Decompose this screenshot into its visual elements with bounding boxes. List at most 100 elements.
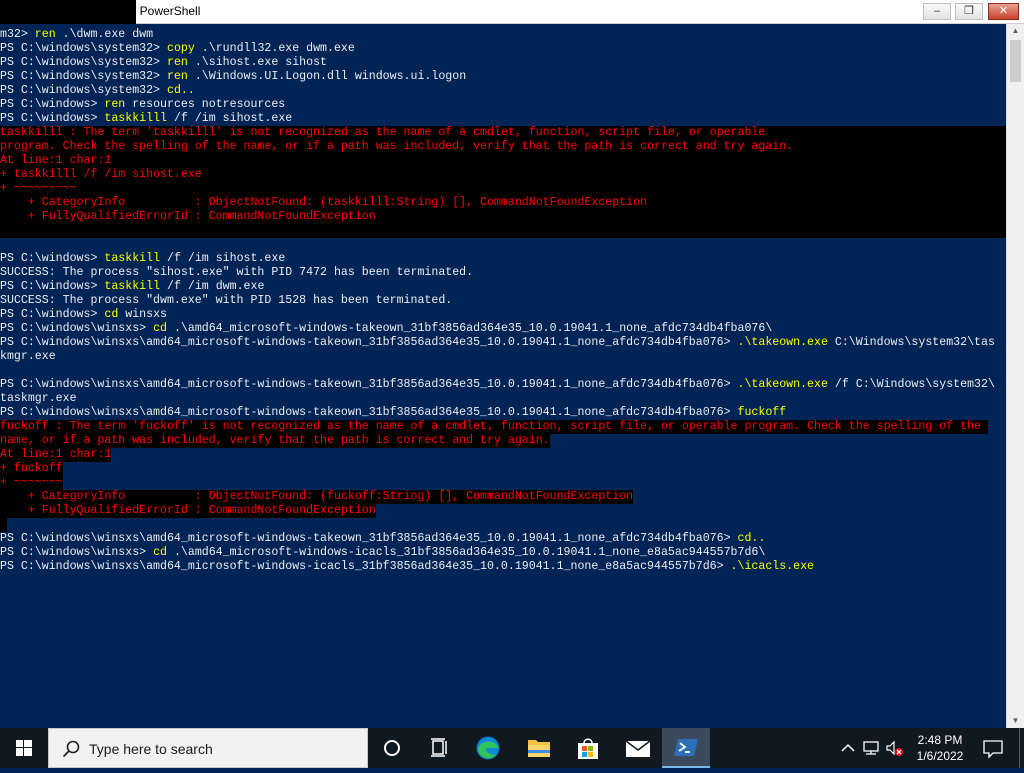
prompt-text: m32>: [0, 28, 35, 41]
prompt-text: PS C:\windows\winsxs\amd64_microsoft-win…: [0, 378, 738, 391]
prompt-text: .\amd64_microsoft-windows-icacls_31bf385…: [166, 546, 766, 559]
error-line: name, or if a path was included, verify …: [0, 434, 550, 448]
console-line: PS C:\windows> taskkill /f /im dwm.exe: [0, 280, 264, 294]
clock-time: 2:48 PM: [917, 733, 963, 747]
error-line: + fuckoff: [0, 462, 63, 476]
prompt-text: PS C:\windows\winsxs>: [0, 322, 154, 335]
prompt-text: PS C:\windows>: [0, 98, 105, 111]
prompt-text: PS C:\windows\winsxs\amd64_microsoft-win…: [0, 560, 731, 573]
network-icon[interactable]: [861, 738, 881, 758]
powershell-icon: [674, 739, 698, 756]
error-line: At line:1 char:1: [0, 448, 112, 462]
vertical-scrollbar[interactable]: ▲ ▼: [1006, 24, 1024, 728]
console-line: SUCCESS: The process "dwm.exe" with PID …: [0, 294, 453, 307]
console-output[interactable]: m32> ren .\dwm.exe dwm PS C:\windows\syst…: [0, 24, 1006, 728]
error-line: + CategoryInfo : ObjectNotFound: (taskki…: [0, 196, 1006, 210]
console-line: PS C:\windows\system32> ren .\Windows.UI…: [0, 70, 466, 84]
prompt-text: PS C:\windows\system32>: [0, 56, 167, 69]
title-bar[interactable]: ows PowerShell ‒ ❐ ✕: [0, 0, 1024, 24]
console-line: taskmgr.exe: [0, 392, 77, 405]
task-view-button[interactable]: [416, 728, 464, 768]
scrollbar-thumb[interactable]: [1010, 40, 1021, 82]
search-placeholder: Type here to search: [89, 741, 213, 757]
console-line: PS C:\windows\winsxs\amd64_microsoft-win…: [0, 532, 765, 546]
console-line: PS C:\windows\winsxs\amd64_microsoft-win…: [0, 336, 995, 350]
command-token: cd: [104, 308, 119, 321]
windows-start-icon: [16, 740, 32, 756]
prompt-text: resources notresources: [125, 98, 286, 111]
prompt-text: /f /im sihost.exe: [160, 252, 286, 265]
maximize-button[interactable]: ❐: [955, 3, 983, 20]
console-line: SUCCESS: The process "sihost.exe" with P…: [0, 266, 474, 279]
command-token: ren: [104, 98, 126, 111]
command-token: cd..: [166, 84, 195, 97]
error-line: fuckoff : The term 'fuckoff' is not reco…: [0, 420, 988, 434]
error-line: taskkilll : The term 'taskkilll' is not …: [0, 126, 1006, 140]
prompt-text: .\Windows.UI.Logon.dll windows.ui.logon: [187, 70, 467, 83]
store-icon: [578, 738, 598, 759]
action-center-button[interactable]: [978, 728, 1008, 768]
command-token: .\takeown.exe: [737, 378, 828, 391]
console-line: m32> ren .\dwm.exe dwm: [0, 28, 153, 42]
prompt-text: .\amd64_microsoft-windows-takeown_31bf38…: [166, 322, 773, 335]
mail-button[interactable]: [613, 728, 661, 768]
command-token: ren: [166, 56, 188, 69]
scroll-up-arrow-icon[interactable]: ▲: [1007, 24, 1024, 38]
clock-date: 1/6/2022: [916, 749, 964, 763]
error-line: program. Check the spelling of the name,…: [0, 140, 1006, 154]
chevron-up-icon[interactable]: [838, 738, 858, 758]
command-token: .\takeown.exe: [737, 336, 828, 349]
powershell-taskbar-button[interactable]: [662, 728, 710, 768]
command-token: ren: [34, 28, 56, 41]
close-button[interactable]: ✕: [988, 3, 1019, 20]
prompt-text: PS C:\windows\system32>: [0, 42, 167, 55]
prompt-text: PS C:\windows>: [0, 280, 105, 293]
prompt-text: /f /im dwm.exe: [160, 280, 265, 293]
start-button[interactable]: [0, 728, 48, 768]
store-button[interactable]: [564, 728, 612, 768]
error-line: + ~~~~~~~~~: [0, 182, 1006, 196]
taskbar: Type here to search 2:48 PM 1/6/2022: [0, 728, 1024, 768]
command-token: .\icacls.exe: [730, 560, 815, 573]
scroll-down-arrow-icon[interactable]: ▼: [1007, 714, 1024, 728]
error-line: + CategoryInfo : ObjectNotFound: (fuckof…: [0, 490, 634, 504]
console-line: PS C:\windows\winsxs\amd64_microsoft-win…: [0, 560, 814, 574]
command-token: cd: [153, 322, 167, 335]
prompt-text: .\rundll32.exe dwm.exe: [194, 42, 355, 55]
console-line: PS C:\windows> ren resources notresource…: [0, 98, 285, 112]
cortana-button[interactable]: [368, 728, 416, 768]
console-line: kmgr.exe: [0, 350, 56, 363]
error-line: + FullyQualifiedErrorId : CommandNotFoun…: [0, 210, 1006, 224]
taskbar-search-box[interactable]: Type here to search: [48, 728, 368, 768]
command-token: cd: [153, 546, 167, 559]
console-line: PS C:\windows\winsxs\amd64_microsoft-win…: [0, 406, 786, 420]
minimize-button[interactable]: ‒: [923, 3, 951, 20]
error-line: + FullyQualifiedErrorId : CommandNotFoun…: [0, 504, 376, 518]
console-line: PS C:\windows\system32> cd..: [0, 84, 195, 98]
prompt-text: PS C:\windows>: [0, 308, 105, 321]
console-line: PS C:\windows\system32> ren .\sihost.exe…: [0, 56, 327, 70]
command-token: cd..: [737, 532, 766, 545]
prompt-text: PS C:\windows\system32>: [0, 84, 167, 97]
command-token: taskkill: [104, 252, 161, 265]
file-explorer-button[interactable]: [515, 728, 563, 768]
prompt-text: PS C:\windows\winsxs\amd64_microsoft-win…: [0, 532, 738, 545]
console-line: PS C:\windows\winsxs\amd64_microsoft-win…: [0, 378, 995, 392]
prompt-text: PS C:\windows\winsxs\amd64_microsoft-win…: [0, 406, 738, 419]
edge-button[interactable]: [464, 728, 512, 768]
volume-muted-icon[interactable]: [884, 738, 904, 758]
clock[interactable]: 2:48 PM 1/6/2022: [905, 732, 975, 764]
error-line: + taskkilll /f /im sihost.exe: [0, 168, 1006, 182]
prompt-text: PS C:\windows\system32>: [0, 70, 167, 83]
edge-icon: [476, 736, 500, 760]
prompt-text: PS C:\windows>: [0, 112, 105, 125]
prompt-text: C:\Windows\system32\tas: [827, 336, 995, 349]
console-line: PS C:\windows> cd winsxs: [0, 308, 167, 322]
command-token: copy: [166, 42, 195, 55]
console-line: PS C:\windows> taskkilll /f /im sihost.e…: [0, 112, 292, 126]
notification-icon: [983, 740, 1003, 759]
prompt-text: .\sihost.exe sihost: [187, 56, 328, 69]
console-line: PS C:\windows> taskkill /f /im sihost.ex…: [0, 252, 285, 266]
prompt-text: /f /im sihost.exe: [167, 112, 293, 125]
show-desktop-button[interactable]: [1019, 728, 1024, 768]
